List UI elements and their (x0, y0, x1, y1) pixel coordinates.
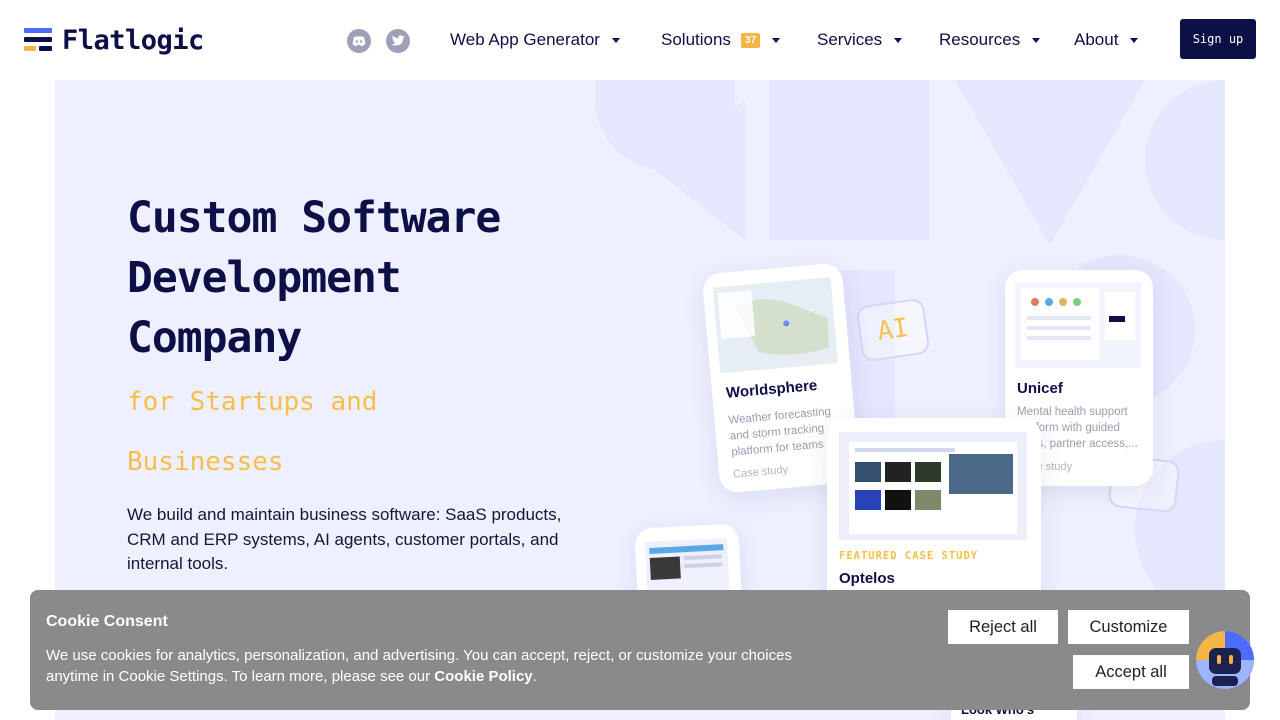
site-header: Flatlogic Web App Generator Solutions 37… (0, 0, 1280, 80)
nav-resources-label: Resources (939, 30, 1021, 49)
featured-case-study-label: FEATURED CASE STUDY (839, 550, 979, 562)
page-title: Custom Software Development Company (127, 188, 607, 368)
unicef-dashboard-image (1015, 282, 1141, 368)
worldsphere-title: Worldsphere (725, 376, 818, 402)
title-line-3: Company (127, 313, 302, 363)
decorative-shape (1145, 80, 1225, 240)
cookie-text-end: . (532, 668, 537, 685)
nav-web-app-generator-label: Web App Generator (450, 30, 600, 49)
nav-solutions[interactable]: Solutions 37 (661, 30, 781, 50)
flatlogic-logo-icon (24, 27, 54, 54)
reject-all-button[interactable]: Reject all (948, 610, 1058, 644)
nav-resources[interactable]: Resources (939, 30, 1041, 50)
sign-up-button[interactable]: Sign up (1180, 19, 1256, 59)
worldsphere-tag: Case study (732, 463, 789, 481)
nav-services-label: Services (817, 30, 883, 49)
unicef-title: Unicef (1017, 380, 1063, 397)
title-line-1: Custom Software (127, 193, 501, 243)
subtitle-line-2: Businesses (127, 447, 284, 477)
hero-subtitle: for Startups and Businesses (127, 372, 567, 492)
cookie-consent-text: We use cookies for analytics, personaliz… (46, 645, 836, 687)
solutions-count-badge: 37 (740, 32, 761, 48)
cookie-consent-banner: Cookie Consent We use cookies for analyt… (30, 590, 1250, 710)
chevron-down-icon (772, 37, 781, 43)
logo[interactable]: Flatlogic (24, 25, 204, 56)
nav-about[interactable]: About (1074, 30, 1139, 50)
discord-icon[interactable] (347, 29, 371, 53)
chevron-down-icon (611, 37, 620, 43)
chevron-down-icon (1032, 37, 1041, 43)
cookie-consent-title: Cookie Consent (46, 613, 168, 630)
worldsphere-map-image (712, 277, 838, 374)
nav-solutions-label: Solutions (661, 30, 731, 49)
optelos-title: Optelos (839, 570, 895, 587)
nav-services[interactable]: Services (817, 30, 903, 50)
hero-description: We build and maintain business software:… (127, 505, 562, 573)
optelos-dashboard-image (839, 432, 1027, 540)
cookie-policy-link[interactable]: Cookie Policy (434, 668, 532, 685)
cookie-text-main: We use cookies for analytics, personaliz… (46, 647, 792, 685)
subtitle-line-1: for Startups and (127, 387, 378, 417)
nav-web-app-generator[interactable]: Web App Generator (450, 30, 620, 50)
chat-bot-button[interactable] (1196, 631, 1254, 689)
customize-button[interactable]: Customize (1068, 610, 1189, 644)
twitter-icon[interactable] (386, 29, 410, 53)
ai-chip: AI (855, 297, 931, 363)
chevron-down-icon (1130, 37, 1139, 43)
nav-about-label: About (1074, 30, 1119, 49)
worldsphere-description: Weather forecasting and storm tracking p… (728, 405, 832, 459)
logo-text: Flatlogic (62, 25, 204, 56)
accept-all-button[interactable]: Accept all (1073, 655, 1189, 689)
decorative-shape (955, 80, 1145, 245)
chevron-down-icon (894, 37, 903, 43)
decorative-shape (770, 80, 930, 240)
title-line-2: Development (127, 253, 402, 303)
robot-icon (1196, 631, 1254, 689)
